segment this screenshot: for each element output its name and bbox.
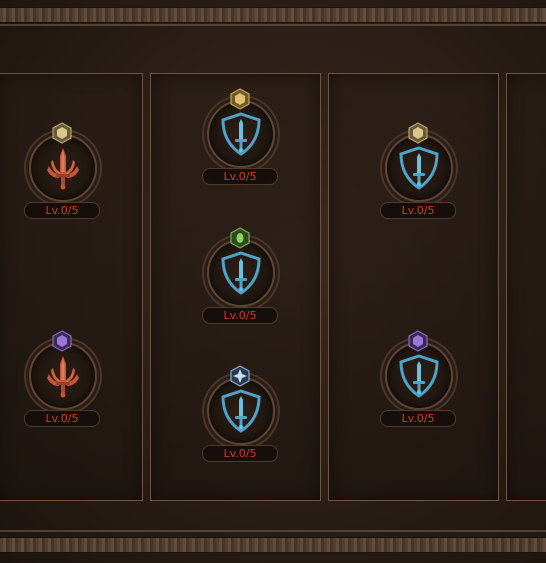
skill-ring (29, 342, 97, 410)
level-label: Lv.0/5 (202, 445, 278, 462)
green-gem-icon (229, 227, 251, 249)
skill-node-4[interactable]: Lv.0/5 (194, 227, 284, 327)
skill-node-7[interactable]: Lv.0/5 (372, 330, 462, 430)
sword-shield-icon (221, 389, 261, 433)
level-label: Lv.0/5 (24, 202, 100, 219)
blue-gem-icon (229, 365, 251, 387)
skill-ring (385, 342, 453, 410)
skill-ring (207, 100, 275, 168)
skill-column-4 (506, 73, 546, 501)
sword-shield-icon (221, 251, 261, 295)
level-label: Lv.0/5 (202, 168, 278, 185)
flame-sword-icon (47, 148, 79, 190)
sword-shield-icon (399, 354, 439, 398)
gold-gem-icon (229, 88, 251, 110)
purple-gem-icon (51, 330, 73, 352)
skill-ring (29, 134, 97, 202)
skill-node-1[interactable]: Lv.0/5 (16, 122, 106, 222)
sword-shield-icon (399, 146, 439, 190)
purple-gem-icon (407, 330, 429, 352)
skill-ring (207, 239, 275, 307)
flame-sword-icon (47, 356, 79, 398)
sword-shield-icon (221, 112, 261, 156)
skill-ring (207, 377, 275, 445)
skill-node-5[interactable]: Lv.0/5 (194, 365, 284, 465)
level-label: Lv.0/5 (380, 202, 456, 219)
level-label: Lv.0/5 (24, 410, 100, 427)
level-label: Lv.0/5 (380, 410, 456, 427)
skill-ring (385, 134, 453, 202)
skill-node-3[interactable]: Lv.0/5 (194, 88, 284, 188)
top-frame-line (0, 24, 546, 26)
gold-gem-icon (51, 122, 73, 144)
gold-gem-icon (407, 122, 429, 144)
level-label: Lv.0/5 (202, 307, 278, 324)
top-frame-border (0, 8, 546, 22)
skill-node-2[interactable]: Lv.0/5 (16, 330, 106, 430)
skill-node-6[interactable]: Lv.0/5 (372, 122, 462, 222)
bottom-frame-border (0, 538, 546, 552)
bottom-frame-line (0, 530, 546, 532)
